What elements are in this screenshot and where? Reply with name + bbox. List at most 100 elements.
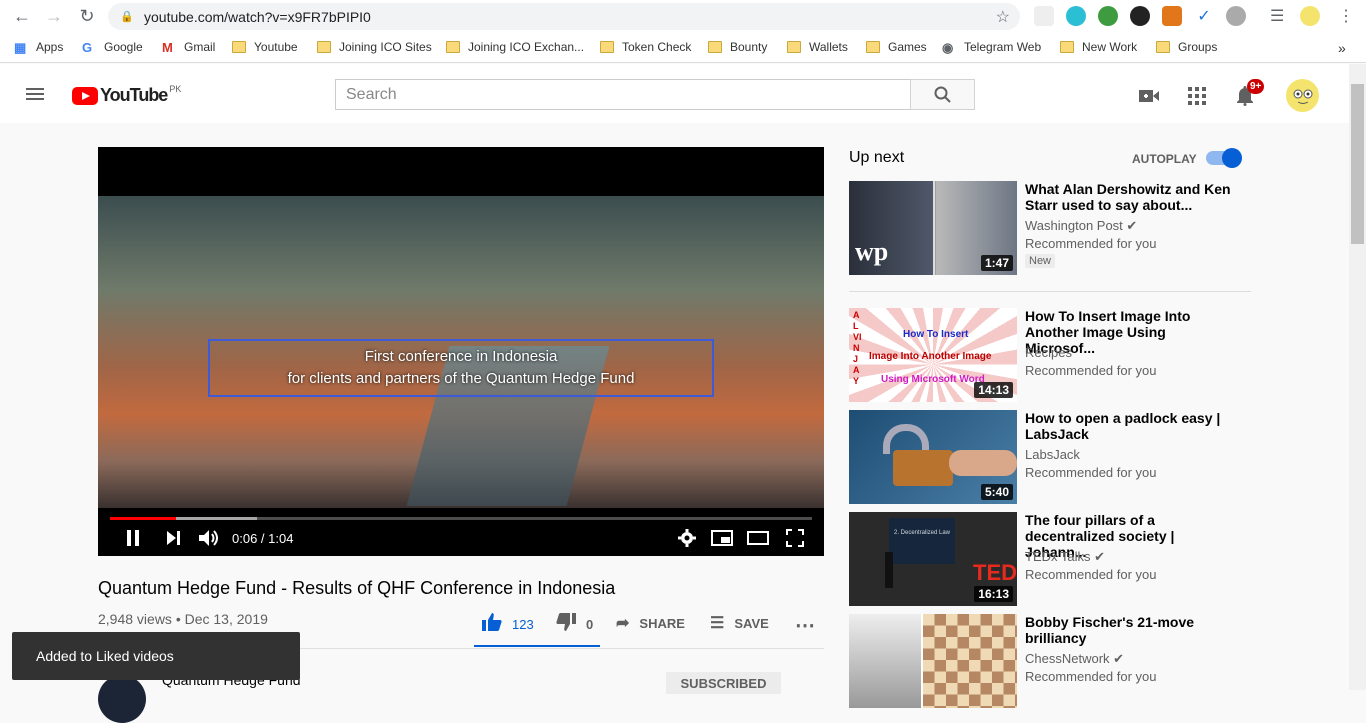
folder-icon [1060, 41, 1074, 53]
share-arrow-icon: ➦ [616, 615, 630, 632]
media-control-icon[interactable]: ☰ [1270, 6, 1290, 26]
more-actions-icon[interactable]: ⋯ [795, 613, 815, 638]
bookmark-telegram-web[interactable]: ◉ Telegram Web [942, 40, 1041, 55]
video-title: How to open a padlock easy | LabsJack [1025, 410, 1221, 442]
bookmark-new-work[interactable]: New Work [1060, 40, 1137, 54]
channel-name: LabsJack [1025, 447, 1080, 462]
extension-icon[interactable] [1066, 6, 1086, 26]
like-button[interactable]: 123 [482, 613, 534, 636]
back-arrow-icon[interactable]: ← [10, 4, 34, 28]
folder-icon [446, 41, 460, 53]
save-button[interactable]: ☰ SAVE [710, 613, 769, 633]
padlock-body [893, 450, 953, 486]
bookmark-joining-ico-sites[interactable]: Joining ICO Sites [317, 40, 432, 54]
recommended-video[interactable]: wp 1:47 What Alan Dershowitz and Ken Star… [849, 181, 1249, 275]
cloud-extension-icon[interactable] [1226, 6, 1246, 26]
recommended-video[interactable]: Bobby Fischer's 21-move brilliancy ChessN… [849, 614, 1249, 708]
video-thumbnail[interactable]: 2. Decentralized Law TEDx 16:13 [849, 512, 1017, 606]
bookmark-google[interactable]: G Google [82, 40, 143, 55]
theater-mode-icon[interactable] [746, 528, 770, 548]
recommended-video[interactable]: 5:40 How to open a padlock easy | LabsJac… [849, 410, 1249, 504]
bookmark-star-icon[interactable]: ☆ [996, 7, 1010, 27]
bookmark-wallets[interactable]: Wallets [787, 40, 848, 54]
qr-extension-icon[interactable] [1034, 6, 1054, 26]
settings-gear-icon[interactable] [675, 528, 699, 548]
create-video-icon[interactable] [1137, 84, 1161, 108]
bookmark-apps[interactable]: ▦ Apps [14, 40, 63, 55]
video-player[interactable]: First conference in Indonesia for client… [98, 147, 824, 556]
subscribe-button[interactable]: SUBSCRIBED [666, 672, 781, 694]
bookmark-joining-ico-exchanges[interactable]: Joining ICO Exchan... [446, 40, 584, 54]
volume-icon[interactable] [197, 528, 221, 548]
channel-avatar[interactable] [98, 675, 146, 723]
folder-icon [787, 41, 801, 53]
metamask-icon[interactable] [1162, 6, 1182, 26]
page-scrollbar[interactable] [1349, 64, 1366, 690]
fullscreen-icon[interactable] [783, 528, 807, 548]
user-avatar[interactable] [1286, 79, 1319, 112]
search-button[interactable] [910, 79, 975, 110]
search-input[interactable]: Search [335, 79, 911, 110]
bookmark-youtube[interactable]: Youtube [232, 40, 298, 54]
bookmark-bounty[interactable]: Bounty [708, 40, 767, 54]
wallet-extension-icon[interactable] [1130, 6, 1150, 26]
dislike-button[interactable]: 0 [556, 613, 593, 636]
video-frame: First conference in Indonesia for client… [98, 196, 824, 508]
split-divider [933, 181, 935, 275]
channel-name: Recipes [1025, 345, 1072, 360]
video-thumbnail[interactable] [849, 614, 1017, 708]
duration-label: 5:40 [980, 484, 1013, 500]
bookmark-token-check[interactable]: Token Check [600, 40, 691, 54]
apps-grid-icon: ▦ [14, 40, 27, 55]
bookmark-gmail[interactable]: M Gmail [162, 40, 215, 55]
autoplay-toggle[interactable] [1206, 148, 1242, 168]
video-thumbnail[interactable]: wp 1:47 [849, 181, 1017, 275]
pause-icon[interactable] [121, 528, 145, 548]
recommended-video[interactable]: 2. Decentralized Law TEDx 16:13 The four… [849, 512, 1249, 606]
playlist-add-icon: ☰ [710, 615, 725, 632]
ted-slide: 2. Decentralized Law [889, 518, 955, 564]
share-button[interactable]: ➦ SHARE [616, 613, 685, 633]
recommended-label: Recommended for you [1025, 669, 1157, 684]
thumb-text-bot: Using Microsoft Word [881, 374, 985, 385]
toast-notification: Added to Liked videos [12, 632, 300, 680]
next-icon[interactable] [162, 528, 186, 548]
gmail-icon: M [162, 40, 173, 55]
bookmark-groups[interactable]: Groups [1156, 40, 1217, 54]
thumbs-up-icon [482, 613, 502, 636]
check-extension-icon[interactable]: ✓ [1194, 6, 1214, 26]
video-title: What Alan Dershowitz and Ken Starr used t… [1025, 181, 1231, 213]
menu-dots-icon[interactable]: ⋮ [1336, 6, 1356, 26]
section-divider [849, 291, 1251, 292]
portrait-photo [849, 614, 921, 708]
hand-shape [949, 450, 1017, 476]
miniplayer-icon[interactable] [710, 528, 734, 548]
recommended-video[interactable]: ALVINJAY How To Insert Image Into Anothe… [849, 308, 1249, 402]
chessboard [923, 614, 1017, 708]
new-badge: New [1025, 254, 1056, 268]
video-title: Bobby Fischer's 21-move brilliancy [1025, 614, 1195, 646]
globe-extension-icon[interactable] [1098, 6, 1118, 26]
reload-icon[interactable]: ↻ [75, 4, 99, 28]
hamburger-menu-icon[interactable] [26, 88, 44, 100]
bookmarks-overflow[interactable]: » [1338, 40, 1346, 56]
profile-avatar[interactable] [1300, 6, 1320, 26]
folder-icon [866, 41, 880, 53]
thumbs-down-icon [556, 613, 576, 636]
url-text: youtube.com/watch?v=x9FR7bPIPI0 [144, 8, 371, 25]
apps-grid-icon[interactable] [1185, 84, 1209, 108]
verified-icon: ✔ [1094, 549, 1106, 564]
video-thumbnail[interactable]: ALVINJAY How To Insert Image Into Anothe… [849, 308, 1017, 402]
toggle-knob [1222, 148, 1242, 168]
video-thumbnail[interactable]: 5:40 [849, 410, 1017, 504]
progress-bar[interactable] [110, 517, 812, 520]
forward-arrow-icon[interactable]: → [42, 4, 66, 28]
bookmark-games[interactable]: Games [866, 40, 927, 54]
scrollbar-thumb[interactable] [1351, 84, 1364, 244]
address-bar[interactable]: 🔒 youtube.com/watch?v=x9FR7bPIPI0 ☆ [108, 3, 1020, 30]
folder-icon [232, 41, 246, 53]
time-display: 0:06 / 1:04 [232, 531, 294, 546]
youtube-logo[interactable]: YouTube PK [72, 84, 181, 106]
thumb-text-mid: Image Into Another Image [869, 351, 992, 362]
video-title: Quantum Hedge Fund - Results of QHF Conf… [98, 578, 616, 598]
